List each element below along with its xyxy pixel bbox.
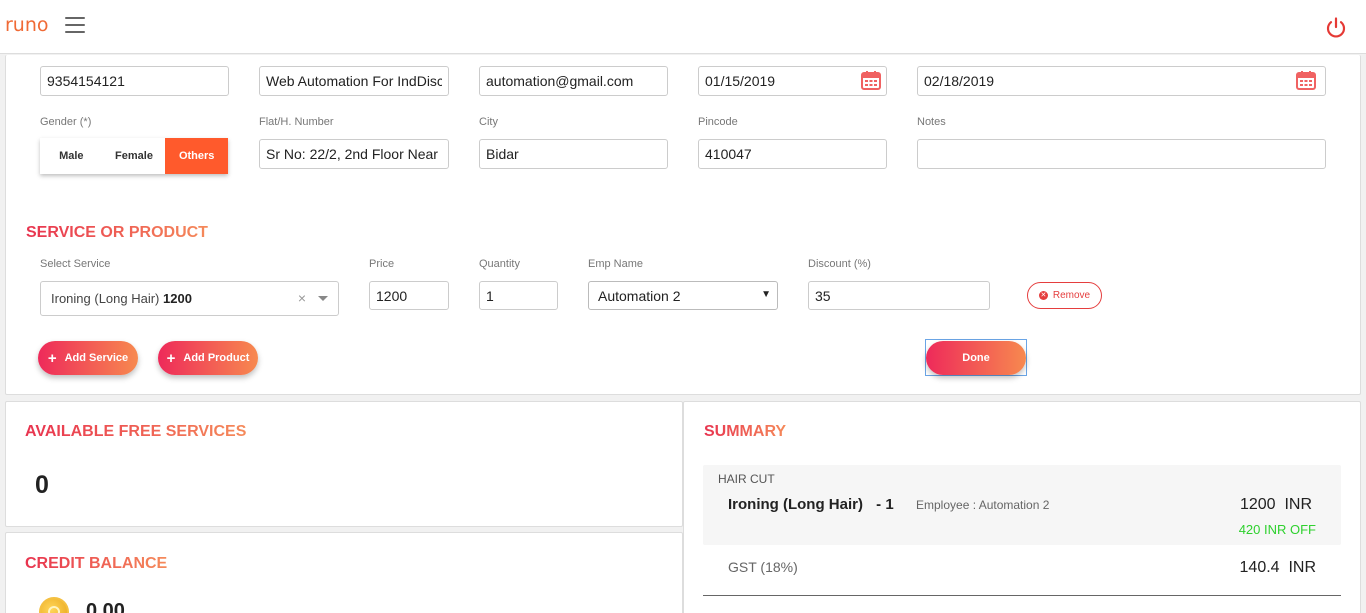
hamburger-icon[interactable] — [65, 17, 85, 35]
emp-name-select[interactable]: Automation 2 ▼ — [588, 281, 778, 310]
service-section-title: SERVICE OR PRODUCT — [26, 224, 208, 241]
select-service-label: Select Service — [40, 258, 111, 270]
done-button[interactable]: Done — [926, 341, 1026, 375]
gender-others-option[interactable]: Others — [165, 138, 229, 174]
flat-input[interactable] — [259, 139, 449, 169]
quantity-input[interactable] — [479, 281, 558, 310]
summary-item-employee: Employee : Automation 2 — [916, 498, 1050, 512]
date-from-input[interactable] — [698, 66, 887, 96]
credit-balance-amount: 0.00 — [86, 600, 125, 613]
city-input[interactable] — [479, 139, 668, 169]
plus-icon: + — [47, 349, 57, 367]
notes-label: Notes — [917, 116, 946, 128]
notes-input[interactable] — [917, 139, 1326, 169]
free-services-card — [5, 401, 683, 527]
selected-service-name: Ironing (Long Hair) — [51, 291, 160, 306]
add-product-label: Add Product — [183, 352, 250, 364]
name-input[interactable] — [259, 66, 449, 96]
emp-name-value: Automation 2 — [598, 288, 681, 304]
remove-button[interactable]: ✕ Remove — [1027, 282, 1102, 309]
flat-label: Flat/H. Number — [259, 116, 334, 128]
emp-name-label: Emp Name — [588, 258, 644, 270]
price-input[interactable] — [369, 281, 449, 310]
clear-icon[interactable]: × — [298, 290, 306, 306]
discount-input[interactable] — [808, 281, 990, 310]
free-services-count: 0 — [35, 471, 49, 499]
done-label: Done — [962, 352, 990, 364]
date-to-input[interactable] — [917, 66, 1326, 96]
price-label: Price — [369, 258, 395, 270]
add-service-label: Add Service — [64, 352, 129, 364]
chevron-down-icon[interactable] — [318, 296, 328, 301]
summary-gst-label: GST (18%) — [728, 559, 798, 575]
dropdown-arrow-icon: ▼ — [761, 289, 771, 300]
summary-divider — [703, 595, 1341, 596]
add-service-button[interactable]: + Add Service — [38, 341, 138, 375]
calendar-icon[interactable] — [860, 69, 882, 91]
service-select[interactable]: Ironing (Long Hair) 1200 × — [40, 281, 339, 316]
credit-balance-title: CREDIT BALANCE — [25, 555, 168, 572]
pincode-input[interactable] — [698, 139, 887, 169]
gender-female-option[interactable]: Female — [103, 138, 166, 174]
summary-gst-value: 140.4 INR — [1239, 559, 1316, 576]
top-bar: runo — [0, 0, 1366, 54]
gender-label: Gender (*) — [40, 116, 92, 128]
gender-male-option[interactable]: Male — [40, 138, 103, 174]
selected-service-price: 1200 — [163, 291, 192, 306]
plus-icon: + — [166, 349, 176, 367]
close-circle-icon: ✕ — [1038, 291, 1048, 300]
free-services-title: AVAILABLE FREE SERVICES — [25, 423, 247, 440]
power-icon[interactable] — [1324, 16, 1348, 40]
phone-input[interactable] — [40, 66, 229, 96]
discount-label: Discount (%) — [808, 258, 871, 270]
app-logo[interactable]: runo — [5, 14, 49, 36]
pincode-label: Pincode — [698, 116, 738, 128]
summary-item: Ironing (Long Hair) - 1 — [728, 496, 894, 513]
gender-toggle: Male Female Others — [40, 138, 229, 174]
email-input[interactable] — [479, 66, 668, 96]
calendar-icon[interactable] — [1295, 69, 1317, 91]
summary-item-name: Ironing (Long Hair) — [728, 496, 863, 513]
remove-button-label: Remove — [1052, 290, 1091, 301]
add-product-button[interactable]: + Add Product — [158, 341, 258, 375]
summary-item-qty: - 1 — [876, 496, 894, 513]
summary-item-price: 1200 INR — [1239, 496, 1312, 513]
summary-category: HAIR CUT — [718, 472, 775, 486]
summary-title: SUMMARY — [704, 423, 787, 440]
city-label: City — [479, 116, 498, 128]
quantity-label: Quantity — [479, 258, 520, 270]
summary-item-discount: 420 INR OFF — [1238, 522, 1316, 537]
page-scrollbar[interactable] — [1361, 55, 1366, 613]
